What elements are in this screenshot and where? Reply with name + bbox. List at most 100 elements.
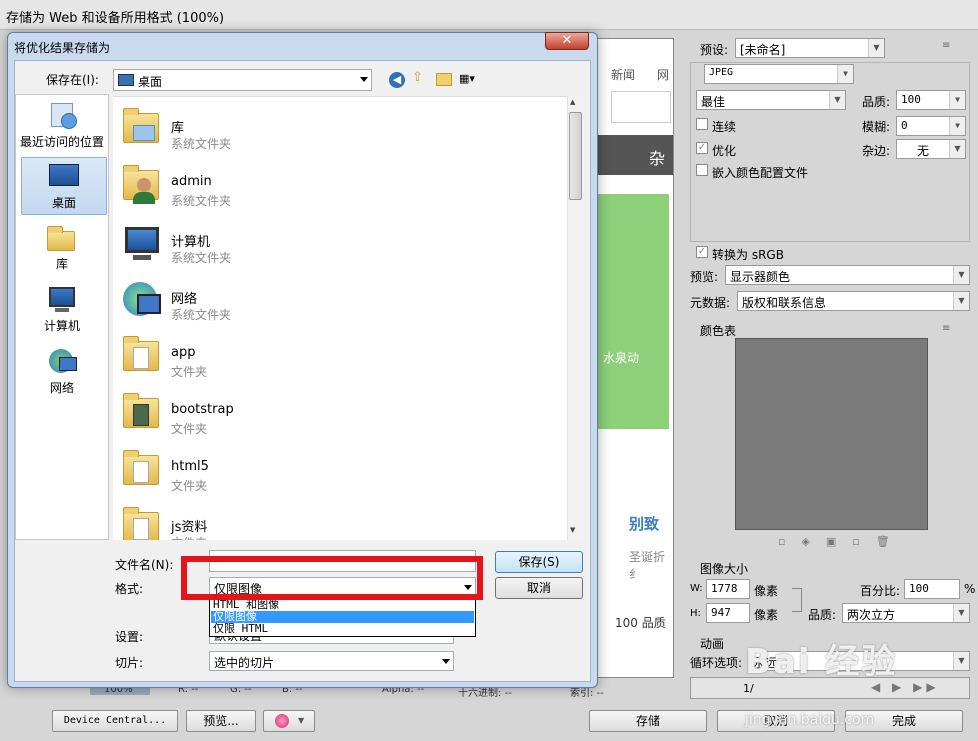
height-input[interactable]: 947: [706, 603, 750, 623]
list-item[interactable]: 计算机 系统文件夹: [113, 215, 563, 271]
preview-text-3: 圣诞折纟: [629, 550, 666, 581]
network-icon: [45, 347, 79, 377]
convert-srgb-label: 转换为 sRGB: [712, 248, 784, 262]
file-name: 库: [171, 121, 185, 136]
chevron-down-icon: ▼: [298, 716, 305, 725]
metadata-select[interactable]: 版权和联系信息 ▼: [737, 291, 970, 311]
loop-label: 循环选项:: [690, 656, 743, 670]
libraries-icon: [119, 107, 163, 151]
image-preview: 新闻 网 杂 水泉动 别致 圣诞折纟 100 品质: [596, 38, 674, 678]
preview-color-select[interactable]: 显示器颜色 ▼: [725, 265, 970, 285]
up-folder-icon[interactable]: ⇧: [412, 70, 428, 88]
list-item[interactable]: admin 系统文件夹: [113, 158, 563, 214]
color-table-menu-icon[interactable]: ≡: [942, 323, 964, 337]
view-menu-icon[interactable]: ▦▾: [459, 72, 485, 88]
new-folder-icon[interactable]: [436, 73, 452, 86]
preview-label: 预览:: [690, 270, 719, 284]
folder-icon: [119, 449, 163, 493]
preview-nav-more: 网: [657, 68, 670, 82]
computer-icon: [119, 221, 163, 265]
window-title-bar: 存储为 Web 和设备所用格式 (100%): [0, 0, 978, 30]
sidebar-item-desktop[interactable]: 桌面: [21, 157, 107, 215]
preview-nav-news: 新闻: [611, 68, 636, 82]
sidebar-item-network[interactable]: 网络: [16, 347, 108, 401]
constrain-proportions-link-icon[interactable]: [792, 588, 802, 612]
preview-text-2: 别致: [629, 515, 660, 533]
dialog-title: 将优化结果存储为: [14, 41, 111, 55]
format-dropdown-list: HTML 和图像 仅限图像 仅限 HTML: [209, 597, 476, 637]
slices-select[interactable]: 选中的切片: [209, 651, 454, 671]
file-name: 网络: [171, 292, 198, 307]
preview-search-box: [611, 91, 671, 123]
percent-unit: %: [964, 582, 976, 596]
folder-icon: [119, 506, 163, 540]
scroll-up-icon[interactable]: ▲: [570, 98, 575, 106]
optimize-panel: 预设: [未命名] ▼ ≡ JPEG ▼ 最佳 ▼ 品质: 100 ▼ 连续 模糊: 0…: [682, 32, 978, 708]
chevron-down-icon: ▼: [953, 604, 969, 622]
sidebar-item-recent[interactable]: 最近访问的位置: [16, 101, 108, 155]
list-item[interactable]: bootstrap 文件夹: [113, 386, 563, 442]
file-name: app: [171, 345, 196, 360]
preview-button[interactable]: 预览...: [186, 710, 256, 732]
list-item[interactable]: js资料 文件夹: [113, 500, 563, 540]
convert-srgb-checkbox[interactable]: ✓: [696, 246, 708, 258]
height-label: H:: [690, 608, 701, 619]
file-name: js资料: [171, 520, 208, 535]
preview-tab-more: 杂: [649, 149, 666, 168]
list-item[interactable]: html5 文件夹: [113, 443, 563, 499]
image-size-label: 图像大小: [700, 562, 749, 576]
save-button[interactable]: 存储: [589, 710, 707, 732]
metadata-label: 元数据:: [690, 296, 731, 310]
color-table-label: 颜色表: [700, 324, 737, 338]
chevron-down-icon: [360, 77, 368, 82]
settings-label: 设置:: [115, 630, 144, 644]
panel-menu-icon[interactable]: ≡: [942, 40, 964, 54]
preview-banner-text: 水泉动: [603, 351, 640, 365]
dialog-save-button[interactable]: 保存(S): [495, 551, 583, 573]
percent-label: 百分比:: [860, 584, 901, 598]
file-name: bootstrap: [171, 402, 234, 417]
dialog-cancel-button[interactable]: 取消: [495, 577, 583, 599]
chevron-down-icon: ▼: [868, 39, 884, 57]
chevron-down-icon: ▼: [953, 266, 969, 284]
color-table-swatch-area: [735, 338, 928, 530]
user-folder-icon: [119, 164, 163, 208]
resample-select[interactable]: 两次立方 ▼: [842, 603, 970, 623]
list-item[interactable]: 网络 系统文件夹: [113, 272, 563, 328]
libraries-icon: [45, 223, 79, 253]
percent-input[interactable]: 100: [904, 579, 960, 599]
browser-select-button[interactable]: ▼: [263, 710, 315, 732]
filename-label: 文件名(N):: [115, 558, 174, 572]
file-type: 系统文件夹: [171, 251, 232, 265]
device-central-button[interactable]: Device Central...: [52, 710, 178, 732]
file-type: 系统文件夹: [171, 308, 232, 322]
file-list: 库 系统文件夹 admin 系统文件夹 计算机 系统文件夹 网络 系统文件夹 a…: [113, 96, 567, 540]
folder-icon: [119, 392, 163, 436]
sidebar-item-label: 最近访问的位置: [19, 135, 104, 149]
file-name: 计算机: [171, 235, 211, 250]
watermark-brand: Bai 经验: [745, 642, 898, 682]
back-icon[interactable]: ◀: [389, 72, 405, 88]
file-type: 系统文件夹: [171, 194, 232, 208]
list-item[interactable]: 库 系统文件夹: [113, 101, 563, 157]
width-input[interactable]: 1778: [706, 579, 750, 599]
preset-select[interactable]: [未命名] ▼: [735, 38, 885, 58]
list-item[interactable]: app 文件夹: [113, 329, 563, 385]
scroll-down-icon[interactable]: ▼: [570, 526, 575, 534]
format-option-html-only[interactable]: 仅限 HTML: [211, 623, 474, 635]
file-type: 文件夹: [171, 534, 207, 540]
sidebar-item-computer[interactable]: 计算机: [16, 285, 108, 339]
file-list-scrollbar[interactable]: ▲ ▼: [567, 96, 584, 540]
desktop-icon: [118, 74, 134, 86]
close-icon[interactable]: ✕: [545, 32, 589, 50]
desktop-icon: [47, 162, 81, 192]
color-table-tools[interactable]: ▫◈▣▫🗑: [778, 535, 928, 549]
scrollbar-thumb[interactable]: [569, 112, 582, 200]
sidebar-item-libraries[interactable]: 库: [16, 223, 108, 277]
width-unit: 像素: [754, 584, 779, 598]
save-in-select[interactable]: 桌面: [113, 69, 372, 91]
computer-icon: [45, 285, 79, 315]
file-type: 系统文件夹: [171, 137, 232, 151]
sidebar-item-label: 桌面: [51, 196, 76, 210]
file-type: 文件夹: [171, 422, 208, 436]
